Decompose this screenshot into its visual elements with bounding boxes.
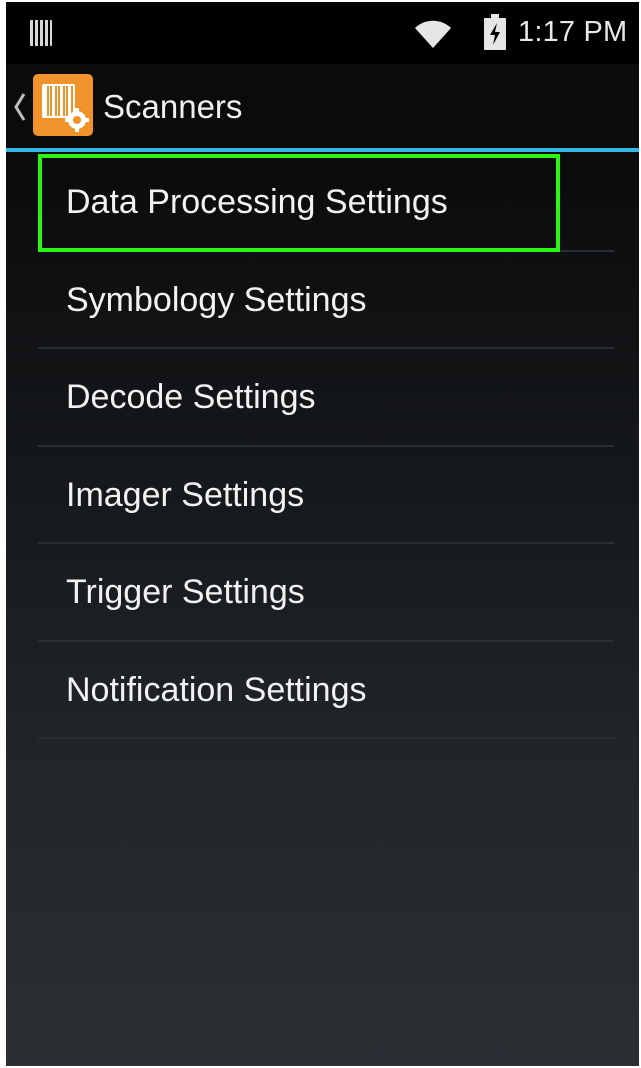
action-bar: Scanners — [6, 64, 639, 150]
gear-icon — [65, 108, 89, 132]
menu-item-decode-settings[interactable]: Decode Settings — [38, 349, 614, 446]
device-screen: 1:17 PM Scanners Data Processing Setting… — [6, 2, 639, 1066]
scanner-app-icon[interactable] — [33, 74, 93, 136]
menu-item-label: Trigger Settings — [66, 573, 305, 611]
status-time: 1:17 PM — [518, 16, 628, 48]
menu-item-label: Decode Settings — [66, 378, 316, 416]
wifi-icon — [415, 20, 451, 48]
menu-item-label: Symbology Settings — [66, 281, 367, 319]
menu-item-label: Notification Settings — [66, 671, 367, 709]
menu-item-symbology-settings[interactable]: Symbology Settings — [38, 252, 614, 349]
menu-item-trigger-settings[interactable]: Trigger Settings — [38, 544, 614, 641]
notification-icon — [30, 20, 52, 46]
list-divider — [38, 737, 614, 739]
menu-item-data-processing-settings[interactable]: Data Processing Settings — [38, 154, 614, 251]
status-bar: 1:17 PM — [6, 2, 639, 64]
menu-item-imager-settings[interactable]: Imager Settings — [38, 447, 614, 544]
battery-charging-icon — [484, 14, 506, 50]
menu-item-label: Imager Settings — [66, 476, 305, 514]
back-chevron-icon[interactable] — [12, 90, 28, 124]
menu-item-label: Data Processing Settings — [66, 183, 448, 221]
page-title: Scanners — [103, 88, 243, 125]
menu-item-notification-settings[interactable]: Notification Settings — [38, 642, 614, 739]
